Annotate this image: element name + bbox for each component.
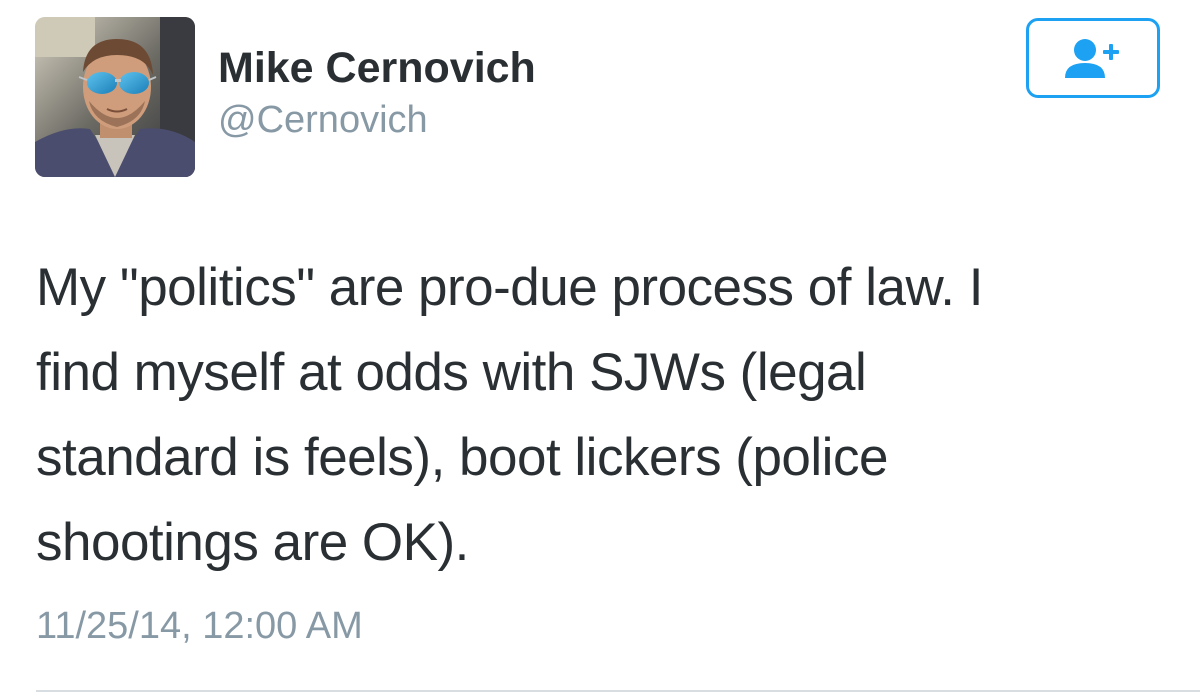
avatar[interactable] — [35, 17, 195, 177]
author-name[interactable]: Mike Cernovich — [218, 44, 536, 93]
divider — [36, 690, 1200, 692]
add-user-icon — [1065, 39, 1119, 78]
tweet-text-line: find myself at odds with SJWs (legal — [36, 343, 867, 402]
tweet-card: Mike Cernovich @Cernovich My "politics" … — [0, 0, 1200, 695]
tweet-text-line: standard is feels), boot lickers (police — [36, 428, 888, 487]
tweet-text-line: My "politics" are pro-due process of law… — [36, 258, 983, 317]
tweet-timestamp[interactable]: 11/25/14, 12:00 AM — [36, 605, 363, 648]
follow-button[interactable] — [1026, 18, 1160, 98]
avatar-image — [35, 17, 195, 177]
tweet-text: My "politics" are pro-due process of law… — [36, 245, 1176, 585]
tweet-text-line: shootings are OK). — [36, 513, 469, 572]
author-handle[interactable]: @Cernovich — [218, 99, 428, 142]
